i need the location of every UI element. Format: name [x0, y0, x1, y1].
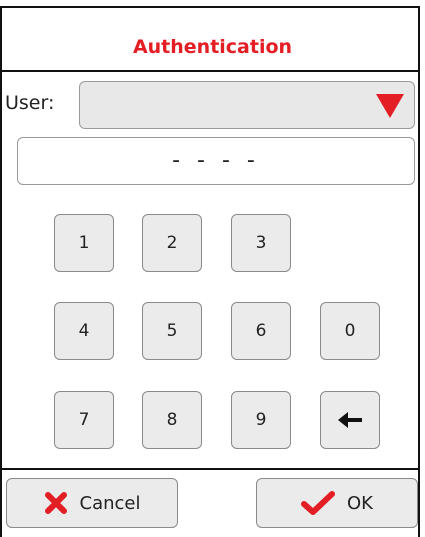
dropdown-arrow-icon — [376, 94, 404, 118]
left-arrow-icon — [338, 412, 362, 428]
key-9[interactable]: 9 — [231, 391, 291, 449]
red-check-icon — [301, 491, 335, 515]
user-label: User: — [5, 92, 55, 114]
key-6[interactable]: 6 — [231, 302, 291, 360]
key-2[interactable]: 2 — [142, 214, 202, 272]
pin-field[interactable]: - - - - — [17, 137, 415, 185]
key-8[interactable]: 8 — [142, 391, 202, 449]
backspace-key[interactable] — [320, 391, 380, 449]
header-divider — [2, 70, 418, 72]
footer-divider — [2, 468, 418, 470]
key-3[interactable]: 3 — [231, 214, 291, 272]
user-dropdown[interactable] — [79, 81, 415, 129]
key-5[interactable]: 5 — [142, 302, 202, 360]
key-7[interactable]: 7 — [54, 391, 114, 449]
cancel-button[interactable]: Cancel — [6, 478, 178, 528]
cancel-label: Cancel — [79, 492, 141, 514]
key-0[interactable]: 0 — [320, 302, 380, 360]
dialog-title: Authentication — [132, 36, 293, 58]
frame-top-border — [0, 6, 420, 8]
frame-left-border — [0, 6, 2, 537]
frame-right-border — [418, 6, 420, 537]
red-x-icon — [44, 492, 67, 514]
key-4[interactable]: 4 — [54, 302, 114, 360]
ok-button[interactable]: OK — [256, 478, 418, 528]
key-1[interactable]: 1 — [54, 214, 114, 272]
ok-label: OK — [347, 492, 373, 514]
